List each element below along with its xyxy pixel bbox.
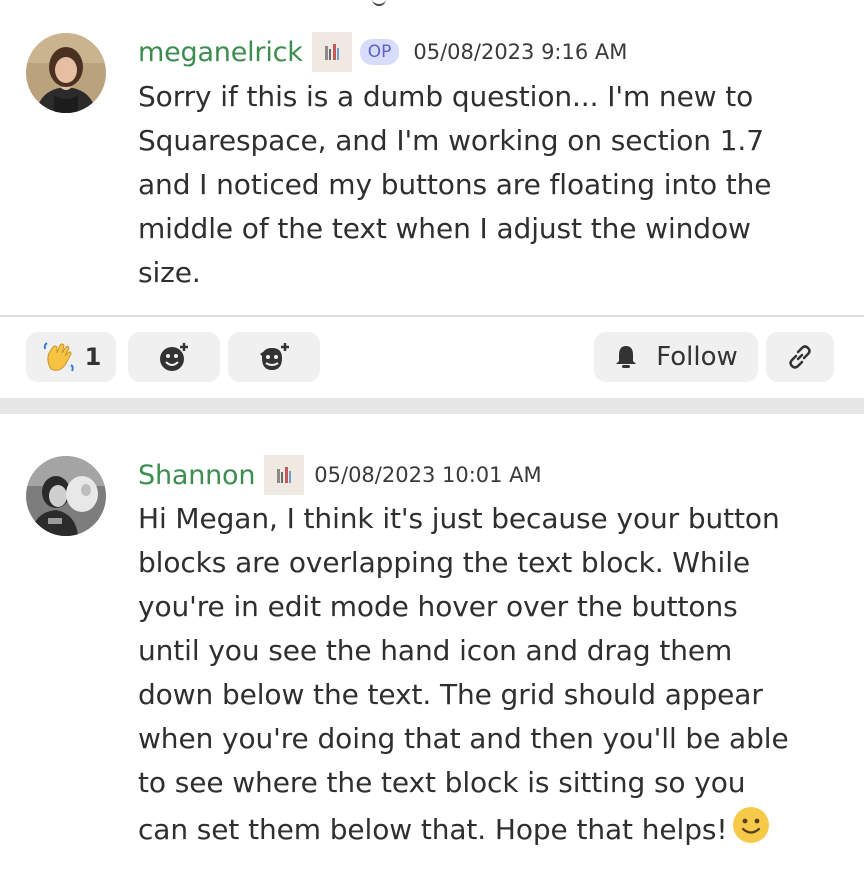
body-line: size. (138, 256, 201, 289)
avatar-photo (26, 456, 106, 536)
forum-thread: meganelrick OP 05/08/2023 9:16 AM Sorry … (0, 0, 864, 882)
link-icon (789, 345, 811, 369)
add-super-reaction-button[interactable] (228, 332, 320, 382)
follow-label: Follow (656, 342, 738, 372)
cutoff-glyph (372, 0, 386, 6)
reaction-count: 1 (84, 343, 102, 371)
timestamp: 05/08/2023 10:01 AM (314, 463, 542, 487)
bell-icon (616, 346, 637, 368)
post-body: Sorry if this is a dumb question... I'm … (138, 75, 772, 295)
post-header: Shannon 05/08/2023 10:01 AM (138, 455, 542, 495)
reaction-button[interactable]: 1 (26, 332, 116, 382)
follow-button[interactable]: Follow (594, 332, 758, 382)
slightly-smiling-face-icon (731, 805, 771, 858)
body-line: Hi Megan, I think it's just because your… (138, 502, 780, 535)
avatar[interactable] (26, 456, 106, 536)
body-line: when you're doing that and then you'll b… (138, 722, 789, 755)
body-line-last: can set them below that. Hope that helps… (138, 805, 789, 858)
body-line: middle of the text when I adjust the win… (138, 212, 751, 245)
op-badge: OP (359, 39, 400, 65)
user-badge-icon (264, 455, 305, 495)
username[interactable]: Shannon (138, 460, 255, 491)
user-badge-icon (311, 32, 352, 72)
body-line: and I noticed my buttons are floating in… (138, 168, 772, 201)
add-reaction-button[interactable] (128, 332, 220, 382)
body-line: Squarespace, and I'm working on section … (138, 124, 764, 157)
copy-link-button[interactable] (766, 332, 834, 382)
add-reaction-icon (160, 343, 188, 371)
post-header: meganelrick OP 05/08/2023 9:16 AM (138, 32, 627, 72)
add-super-reaction-icon (260, 343, 289, 370)
avatar-photo (26, 33, 106, 113)
timestamp: 05/08/2023 9:16 AM (413, 40, 628, 64)
body-line: can set them below that. Hope that helps… (138, 813, 728, 846)
body-line: blocks are overlapping the text block. W… (138, 546, 751, 579)
post-separator (0, 398, 864, 414)
avatar[interactable] (26, 33, 106, 113)
divider (0, 315, 864, 317)
body-line: you're in edit mode hover over the butto… (138, 590, 738, 623)
body-line: to see where the text block is sitting s… (138, 766, 746, 799)
body-line: until you see the hand icon and drag the… (138, 634, 733, 667)
username[interactable]: meganelrick (138, 37, 303, 68)
body-line: down below the text. The grid should app… (138, 678, 763, 711)
body-line: Sorry if this is a dumb question... I'm … (138, 80, 754, 113)
post-body: Hi Megan, I think it's just because your… (138, 497, 789, 858)
waving-hand-icon (43, 342, 74, 372)
